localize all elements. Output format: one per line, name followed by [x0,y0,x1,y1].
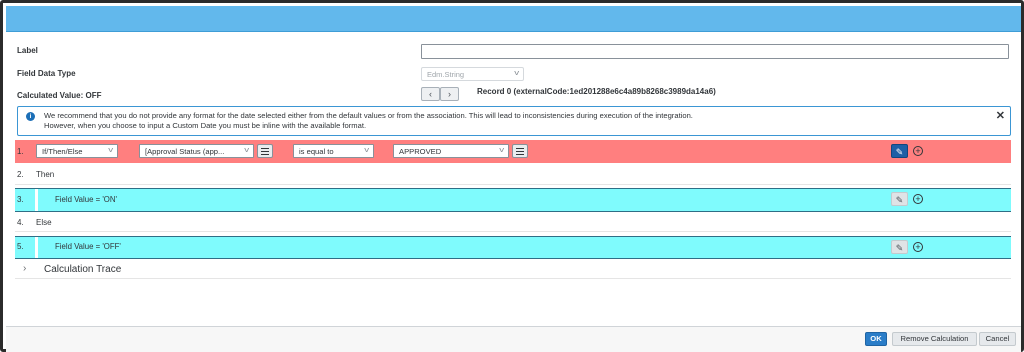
field-select[interactable]: [Approval Status (app... v [139,144,254,158]
remove-calculation-button[interactable]: Remove Calculation [892,332,977,346]
then-label: Then [36,170,55,179]
ok-button[interactable]: OK [865,332,887,346]
row-number: 1. [17,147,24,156]
field-data-type-value: Edm.String [427,70,465,79]
close-icon[interactable]: ✕ [996,109,1005,122]
label-field-label: Label [17,46,38,55]
chevron-right-icon: › [448,89,451,99]
indent-marker [35,237,38,258]
calculation-trace-label: Calculation Trace [44,264,122,275]
label-input[interactable] [421,44,1009,59]
row-number: 4. [17,218,24,227]
field-value-expression: Field Value = 'ON' [55,195,117,204]
chevron-left-icon: ‹ [429,89,432,99]
comparison-value: APPROVED [399,147,442,156]
field-value-expression: Field Value = 'OFF' [55,242,121,251]
calculation-dialog: Label Field Data Type Edm.String v Calcu… [0,0,1024,352]
rule-row-else-value: 5. Field Value = 'OFF' ✎ + [15,236,1011,259]
edit-icon[interactable]: ✎ [891,144,908,158]
info-icon: i [26,112,35,121]
indent-marker [35,189,38,211]
field-data-type-label: Field Data Type [17,69,76,78]
rule-row-else: 4. Else [15,212,1011,232]
else-label: Else [36,218,52,227]
info-message-strip: i We recommend that you do not provide a… [17,106,1011,136]
row-number: 2. [17,170,24,179]
add-icon[interactable]: + [913,242,923,252]
info-message-line-1: We recommend that you do not provide any… [44,111,693,120]
expression-type-select[interactable]: If/Then/Else v [36,144,118,158]
chevron-down-icon: v [363,147,369,154]
dialog-title-bar [6,6,1021,32]
row-number: 5. [17,242,24,251]
chevron-down-icon: v [498,147,504,154]
expression-type-value: If/Then/Else [42,147,83,156]
field-menu-button[interactable] [257,144,273,158]
operator-select[interactable]: is equal to v [293,144,374,158]
calculation-trace-toggle[interactable]: › Calculation Trace [15,261,1011,279]
cancel-button[interactable]: Cancel [979,332,1016,346]
operator-value: is equal to [299,147,334,156]
edit-icon[interactable]: ✎ [891,192,908,206]
chevron-down-icon: v [107,147,113,154]
value-select[interactable]: APPROVED v [393,144,509,158]
rule-row-condition: 1. If/Then/Else v [Approval Status (app.… [15,140,1011,163]
previous-record-button[interactable]: ‹ [421,87,440,101]
edit-icon[interactable]: ✎ [891,240,908,254]
value-menu-button[interactable] [512,144,528,158]
info-message-text: We recommend that you do not provide any… [44,111,693,131]
calculated-value-label: Calculated Value: OFF [17,91,102,100]
field-data-type-select[interactable]: Edm.String v [421,67,524,81]
rule-row-then-value: 3. Field Value = 'ON' ✎ + [15,188,1011,212]
record-label: Record 0 (externalCode:1ed201288e6c4a89b… [477,87,716,96]
info-message-line-2: However, when you choose to input a Cust… [44,121,367,130]
chevron-down-icon: v [243,147,249,154]
dialog-footer: OK Remove Calculation Cancel [6,326,1021,352]
add-icon[interactable]: + [913,194,923,204]
field-value: [Approval Status (app... [145,147,225,156]
next-record-button[interactable]: › [440,87,459,101]
chevron-right-icon: › [23,263,27,274]
rule-row-then: 2. Then [15,165,1011,185]
chevron-down-icon: v [513,70,519,77]
row-number: 3. [17,195,24,204]
add-icon[interactable]: + [913,146,923,156]
